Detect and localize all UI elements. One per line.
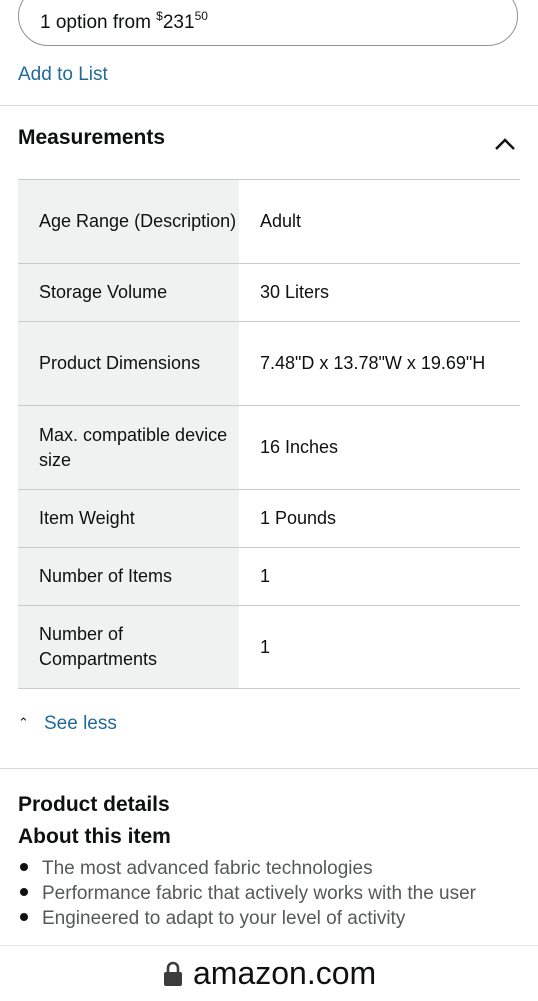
bullet-text: The most advanced fabric technologies (42, 858, 373, 879)
bullet-icon (20, 888, 28, 896)
row-value: 1 (239, 547, 520, 606)
table-row: Number of Items 1 (18, 547, 520, 606)
row-value: 30 Liters (239, 263, 520, 322)
about-item-list: The most advanced fabric technologies Pe… (18, 856, 476, 931)
row-key: Product Dimensions (18, 321, 239, 406)
bullet-icon (20, 913, 28, 921)
section-divider (0, 768, 538, 769)
table-row: Item Weight 1 Pounds (18, 489, 520, 548)
caret-up-icon: ⌃ (18, 715, 29, 730)
row-value: Adult (239, 179, 520, 264)
table-row: Age Range (Description) Adult (18, 179, 520, 264)
browser-domain[interactable]: amazon.com (163, 955, 376, 992)
row-key: Age Range (Description) (18, 179, 239, 264)
row-value: 1 Pounds (239, 489, 520, 548)
row-value: 1 (239, 605, 520, 689)
product-details-title: Product details (18, 793, 170, 816)
row-key: Number of Items (18, 547, 239, 606)
price-whole: 231 (162, 12, 195, 33)
bullet-text: Engineered to adapt to your level of act… (42, 908, 406, 929)
list-item: Performance fabric that actively works w… (18, 881, 476, 906)
list-item: Engineered to adapt to your level of act… (18, 906, 476, 931)
see-less-link[interactable]: ⌃ See less (18, 713, 117, 735)
row-key: Number of Compartments (18, 605, 239, 689)
options-text: 1 option from (40, 12, 157, 33)
price-fraction: 50 (194, 9, 208, 23)
chevron-up-icon[interactable] (494, 136, 516, 152)
see-options-button[interactable]: 1 option from $23150 (18, 0, 518, 46)
domain-text: amazon.com (193, 955, 377, 991)
bullet-icon (20, 863, 28, 871)
table-row: Max. compatible device size 16 Inches (18, 405, 520, 490)
row-value: 16 Inches (239, 405, 520, 490)
section-divider (0, 105, 538, 106)
table-row: Product Dimensions 7.48"D x 13.78"W x 19… (18, 321, 520, 406)
list-item: The most advanced fabric technologies (18, 856, 476, 881)
row-key: Storage Volume (18, 263, 239, 322)
about-item-title: About this item (18, 825, 171, 848)
measurements-table: Age Range (Description) Adult Storage Vo… (18, 179, 520, 689)
see-less-label: See less (44, 713, 117, 734)
add-to-list-link[interactable]: Add to List (18, 64, 108, 86)
row-key: Max. compatible device size (18, 405, 239, 490)
table-row: Storage Volume 30 Liters (18, 263, 520, 322)
row-key: Item Weight (18, 489, 239, 548)
measurements-title: Measurements (18, 126, 166, 149)
price-currency: $ (156, 9, 163, 23)
table-row: Number of Compartments 1 (18, 605, 520, 689)
bullet-text: Performance fabric that actively works w… (42, 883, 477, 904)
row-value: 7.48"D x 13.78"W x 19.69"H (239, 321, 520, 406)
lock-icon (164, 961, 182, 986)
